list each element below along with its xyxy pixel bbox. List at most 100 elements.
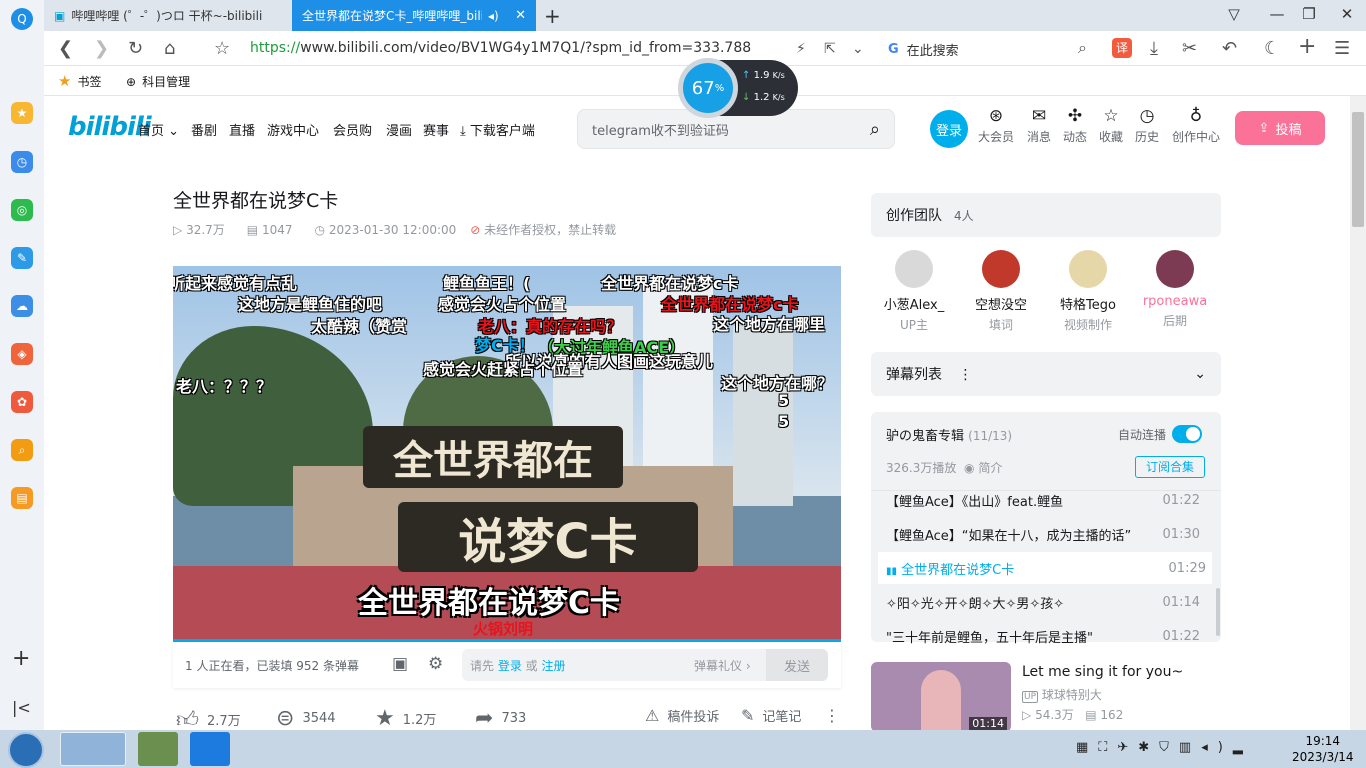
scissors-icon[interactable]: ✂ xyxy=(1182,38,1197,59)
game-icon[interactable]: ◈ xyxy=(11,343,33,365)
danmaku-etiquette[interactable]: 弹幕礼仪 › xyxy=(694,657,751,674)
collapse-sidebar-icon[interactable]: |< xyxy=(12,698,31,717)
member-name: 特格Tego xyxy=(1060,298,1116,313)
close-window-button[interactable]: ✕ xyxy=(1332,5,1362,23)
nav-manga[interactable]: 漫画 xyxy=(386,120,412,139)
chevron-down-icon[interactable]: ⌄ xyxy=(852,41,864,57)
member-card[interactable]: 特格Tego 视频制作 xyxy=(1048,250,1128,333)
download-icon[interactable]: ⤓ xyxy=(1150,38,1158,59)
more-icon[interactable]: ⋮ xyxy=(824,706,840,725)
upload-button[interactable]: ⇪ 投稿 xyxy=(1235,111,1325,145)
security-taskbar-icon[interactable] xyxy=(190,732,230,766)
episode-item-active[interactable]: ▮▮ 全世界都在说梦C卡 01:29 xyxy=(878,552,1212,584)
collection-scrollbar[interactable] xyxy=(1216,588,1220,636)
coin-button[interactable]: ⊜ 3544 xyxy=(276,706,336,731)
browser-taskbar-icon[interactable] xyxy=(60,732,126,766)
translate-icon[interactable]: 译 xyxy=(1112,38,1132,58)
speaker-icon[interactable]: ◂) xyxy=(488,9,499,23)
skin-icon[interactable]: ▽ xyxy=(1219,5,1249,23)
add-icon[interactable]: + xyxy=(1298,34,1316,59)
like-button[interactable]: 👍︎ 2.7万 xyxy=(176,706,241,733)
home-icon[interactable]: ⌂ xyxy=(164,38,175,59)
episode-item[interactable]: ✧阳✧光✧开✧朗✧大✧男✧孩✧ 01:14 xyxy=(886,586,1206,618)
clock[interactable]: 19:14 2023/3/14 xyxy=(1292,733,1354,765)
tray-icons[interactable]: ▦⛶✈✱⛉▥◂)▂ xyxy=(1076,740,1253,755)
search-tool-icon[interactable]: ⌕ xyxy=(11,439,33,461)
send-button[interactable]: 发送 xyxy=(766,649,828,681)
scrollbar-thumb[interactable] xyxy=(1352,112,1364,227)
start-button[interactable] xyxy=(8,732,44,768)
bookmark-subjects[interactable]: ⊕ 科目管理 xyxy=(126,73,190,90)
share-button[interactable]: ➦ 733 xyxy=(475,706,526,731)
favorites-icon[interactable]: ★ xyxy=(11,102,33,124)
moon-icon[interactable]: ☾ xyxy=(1264,38,1280,59)
share-icon[interactable]: ⇱ xyxy=(824,41,836,57)
reload-icon[interactable]: ↻ xyxy=(128,38,143,59)
nav-vip-shop[interactable]: 会员购 xyxy=(333,120,372,139)
member-card[interactable]: 小葱Alex_ UP主 xyxy=(874,250,954,333)
lightning-icon[interactable]: ⚡ xyxy=(796,41,806,57)
episode-item[interactable]: 【鲤鱼Ace】“如果在十八，成为主播的话” 01:30 xyxy=(886,518,1206,550)
up-icon: UP xyxy=(1022,691,1039,703)
close-tab-icon[interactable]: ✕ xyxy=(515,8,526,23)
nav-anime[interactable]: 番剧 xyxy=(191,120,217,139)
report-button[interactable]: ⚠ 稿件投诉 xyxy=(645,706,719,725)
add-sidebar-icon[interactable]: + xyxy=(12,646,30,671)
autoplay-toggle[interactable]: 自动连播 xyxy=(1118,425,1203,443)
minimize-button[interactable]: — xyxy=(1262,5,1292,23)
rec-author[interactable]: UP 球球特别大 xyxy=(1022,686,1102,703)
episode-item[interactable]: "三十年前是鲤鱼，五十年后是主播" 01:22 xyxy=(886,620,1206,652)
intro-link[interactable]: 简介 xyxy=(978,461,1002,475)
maximize-button[interactable]: ❐ xyxy=(1294,5,1324,23)
collection-title[interactable]: 驴の鬼畜专辑 (11/13) xyxy=(886,425,1012,444)
favorite-button[interactable]: ★ 1.2万 xyxy=(375,706,436,731)
wechat-icon[interactable]: ◎ xyxy=(11,199,33,221)
memory-ball[interactable]: 67% xyxy=(678,58,738,118)
vip-link[interactable]: ⊛ 大会员 xyxy=(974,106,1018,145)
pdf-icon[interactable]: ✿ xyxy=(11,391,33,413)
creator-center-link[interactable]: ♁ 创作中心 xyxy=(1166,106,1226,145)
dots-icon[interactable]: ⋮ xyxy=(958,367,972,383)
book-icon[interactable]: ▤ xyxy=(11,487,33,509)
cloud-icon[interactable]: ☁ xyxy=(11,295,33,317)
search-icon[interactable]: ⌕ xyxy=(1078,38,1087,58)
star-icon[interactable]: ☆ xyxy=(214,38,230,59)
dm-login-link[interactable]: 登录 xyxy=(498,659,522,673)
minecraft-taskbar-icon[interactable] xyxy=(138,732,178,766)
undo-icon[interactable]: ↶ xyxy=(1222,38,1237,59)
history-link[interactable]: ◷ 历史 xyxy=(1125,106,1169,145)
bookmark-star[interactable]: ★ 书签 xyxy=(58,72,101,90)
tab-video[interactable]: 全世界都在说梦C卡_哔哩哔哩_bilibili ◂) ✕ xyxy=(292,0,536,31)
member-card[interactable]: rponeawa 后期 xyxy=(1135,250,1215,329)
tab-bilibili-home[interactable]: ▣ 哔哩哔哩 (゜-゜)つロ 干杯~-bilibili xyxy=(44,0,290,31)
rec-title[interactable]: Let me sing it for you~ xyxy=(1022,664,1183,680)
url-field[interactable]: https://www.bilibili.com/video/BV1WG4y1M… xyxy=(250,40,751,56)
danmaku-list-header[interactable]: 弹幕列表 ⋮ ⌄ xyxy=(871,352,1221,396)
paint-icon[interactable]: ✎ xyxy=(11,247,33,269)
nav-live[interactable]: 直播 xyxy=(229,120,255,139)
subscribe-collection-button[interactable]: 订阅合集 xyxy=(1135,456,1205,478)
dm-register-link[interactable]: 注册 xyxy=(541,659,565,673)
danmaku-toggle-icon[interactable]: ▣ xyxy=(392,654,408,674)
episode-item[interactable]: 【鲤鱼Ace】《出山》feat.鲤鱼 01:22 xyxy=(886,484,1206,516)
nav-events[interactable]: 赛事 xyxy=(423,120,449,139)
login-button[interactable]: 登录 xyxy=(930,110,968,148)
nav-download-client[interactable]: ⤓ 下载客户端 xyxy=(460,120,535,139)
video-player[interactable]: 全世界都在 说梦C卡 听起来感觉有点乱 鲤鱼鱼王！(全世界都在说梦c卡 这地方是鲤鱼… xyxy=(173,266,841,640)
note-button[interactable]: ✎ 记笔记 xyxy=(741,706,801,725)
toggle-switch[interactable] xyxy=(1172,425,1203,443)
back-icon[interactable]: ❮ xyxy=(58,38,73,59)
search-icon[interactable]: ⌕ xyxy=(870,119,880,140)
menu-icon[interactable]: ☰ xyxy=(1334,38,1350,59)
forward-icon[interactable]: ❯ xyxy=(94,38,109,59)
browser-logo-icon[interactable]: Q xyxy=(11,8,33,30)
nav-home[interactable]: 首页 ⌄ xyxy=(138,120,179,139)
clock-icon[interactable]: ◷ xyxy=(11,151,33,173)
rec-thumbnail[interactable]: 01:14 xyxy=(871,662,1011,732)
new-tab-button[interactable]: + xyxy=(544,4,561,28)
chevron-down-icon[interactable]: ⌄ xyxy=(1194,366,1206,382)
nav-game-center[interactable]: 游戏中心 xyxy=(267,120,319,139)
danmaku-settings-icon[interactable]: ⚙ xyxy=(428,654,443,674)
browser-search[interactable]: G 在此搜索 xyxy=(888,38,1098,60)
member-card[interactable]: 空想没空 填词 xyxy=(961,250,1041,333)
